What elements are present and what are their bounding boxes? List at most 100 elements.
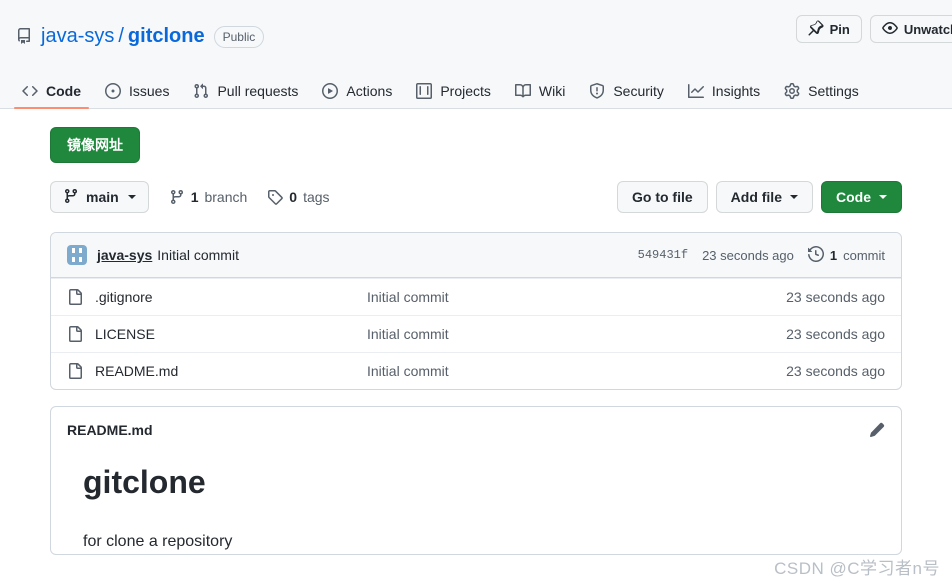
repo-nav: Code Issues Pull requests Actions Projec… (0, 63, 952, 109)
repo-icon (16, 28, 32, 44)
commit-count-label: commit (843, 247, 885, 263)
tab-projects-label: Projects (440, 83, 491, 99)
shield-icon (589, 83, 605, 99)
commit-count-value: 1 (829, 247, 838, 263)
pin-button[interactable]: Pin (795, 15, 862, 43)
tab-actions[interactable]: Actions (314, 83, 400, 108)
file-list-box: java-sys Initial commit 549431f 23 secon… (50, 232, 902, 390)
gear-icon (784, 83, 800, 99)
file-time: 23 seconds ago (786, 326, 885, 342)
chevron-down-icon (879, 195, 887, 199)
git-branch-icon (169, 189, 185, 205)
file-icon (67, 326, 83, 342)
tab-pull-requests-label: Pull requests (217, 83, 299, 99)
tab-code[interactable]: Code (14, 83, 89, 109)
tag-count[interactable]: 0 tags (267, 189, 330, 205)
tab-issues[interactable]: Issues (97, 83, 177, 108)
history-icon (807, 245, 824, 265)
code-button-label: Code (836, 189, 871, 205)
tab-insights[interactable]: Insights (680, 83, 768, 108)
repo-name-link[interactable]: gitclone (128, 25, 205, 48)
file-name[interactable]: README.md (95, 363, 367, 379)
file-name[interactable]: .gitignore (95, 289, 367, 305)
table-row[interactable]: README.md Initial commit 23 seconds ago (51, 352, 901, 389)
tag-icon (267, 189, 284, 205)
tab-security[interactable]: Security (581, 83, 672, 108)
readme-header: README.md (51, 407, 901, 438)
issue-opened-icon (105, 83, 121, 99)
unwatch-button[interactable]: Unwatch (869, 15, 952, 43)
file-icon (67, 289, 83, 305)
chevron-down-icon (127, 195, 136, 199)
header-actions: Pin Unwatch (795, 15, 952, 43)
commit-meta: 549431f 23 seconds ago 1 commit (638, 245, 885, 265)
tab-security-label: Security (613, 83, 664, 99)
readme-paragraph: for clone a repository (83, 533, 233, 550)
code-button[interactable]: Code (821, 181, 902, 213)
toolbar-right-actions: Go to file Add file Code (616, 181, 902, 213)
pin-button-label: Pin (829, 21, 850, 37)
file-commit-message[interactable]: Initial commit (367, 289, 786, 305)
git-pull-request-icon (193, 83, 209, 99)
file-time: 23 seconds ago (786, 289, 885, 305)
branch-selector[interactable]: main (50, 181, 149, 213)
latest-commit-bar: java-sys Initial commit 549431f 23 secon… (51, 233, 901, 278)
tab-wiki[interactable]: Wiki (507, 83, 573, 108)
file-commit-message[interactable]: Initial commit (367, 363, 786, 379)
add-file-button[interactable]: Add file (715, 181, 813, 213)
page-title: java-sys / gitclone Public (41, 24, 265, 48)
commit-author-link[interactable]: java-sys (97, 247, 152, 263)
commit-sha[interactable]: 549431f (638, 248, 688, 262)
go-to-file-button[interactable]: Go to file (616, 181, 708, 213)
graph-icon (687, 83, 704, 99)
branch-count-label: branch (204, 189, 248, 205)
avatar (67, 245, 87, 265)
chevron-down-icon (790, 195, 798, 199)
file-name[interactable]: LICENSE (95, 326, 367, 342)
tag-count-label: tags (303, 189, 330, 205)
tab-wiki-label: Wiki (538, 83, 566, 99)
tab-code-label: Code (46, 83, 81, 99)
readme-heading: gitclone (83, 464, 206, 500)
git-branch-icon (63, 188, 79, 207)
file-time: 23 seconds ago (786, 363, 885, 379)
commit-time: 23 seconds ago (702, 247, 794, 263)
tab-settings-label: Settings (808, 83, 859, 99)
readme-box: README.md gitclone for clone a repositor… (50, 406, 902, 555)
mirror-url-button[interactable]: 镜像网址 (50, 127, 140, 163)
file-commit-message[interactable]: Initial commit (367, 326, 786, 342)
pencil-icon[interactable] (869, 422, 885, 438)
branch-count-value: 1 (190, 189, 199, 205)
pin-icon (808, 19, 824, 39)
tab-insights-label: Insights (711, 83, 761, 99)
commit-count[interactable]: 1 commit (807, 245, 885, 265)
table-icon (416, 83, 433, 99)
tag-count-value: 0 (289, 189, 298, 205)
eye-icon (881, 20, 898, 39)
code-icon (22, 83, 38, 99)
repo-owner-link[interactable]: java-sys (41, 25, 114, 48)
tab-actions-label: Actions (346, 83, 393, 99)
commit-message-link[interactable]: Initial commit (157, 247, 239, 263)
add-file-button-label: Add file (730, 189, 782, 205)
book-icon (514, 83, 531, 99)
main-content: 镜像网址 main 1 branch 0 tags Go to file Add… (0, 109, 952, 555)
unwatch-button-label: Unwatch (903, 21, 952, 37)
watermark: CSDN @C学习者n号 (774, 559, 940, 578)
branch-count[interactable]: 1 branch (169, 189, 248, 205)
tab-settings[interactable]: Settings (776, 83, 867, 108)
tab-pull-requests[interactable]: Pull requests (185, 83, 306, 108)
table-row[interactable]: LICENSE Initial commit 23 seconds ago (51, 315, 901, 352)
repo-path-separator: / (118, 24, 124, 47)
tab-projects[interactable]: Projects (408, 83, 499, 108)
file-icon (67, 363, 83, 379)
readme-body: gitclone for clone a repository (51, 438, 901, 554)
tab-issues-label: Issues (129, 83, 170, 99)
readme-title: README.md (67, 422, 153, 438)
mirror-button-row: 镜像网址 (16, 109, 936, 163)
status-badge: Public (213, 26, 265, 48)
table-row[interactable]: .gitignore Initial commit 23 seconds ago (51, 278, 901, 315)
repo-toolbar: main 1 branch 0 tags Go to file Add file… (50, 181, 936, 213)
repo-header: java-sys / gitclone Public Pin Unwatch (0, 0, 952, 109)
play-icon (322, 83, 339, 99)
